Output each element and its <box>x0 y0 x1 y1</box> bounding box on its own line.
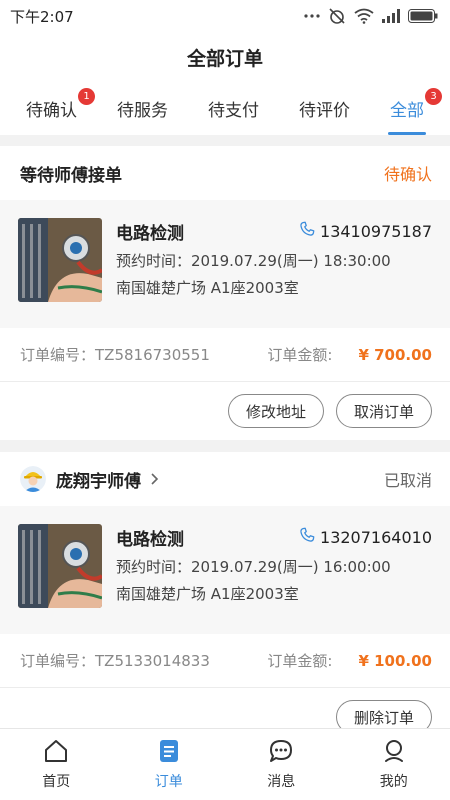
phone-link[interactable]: 13410975187 <box>298 220 432 242</box>
home-icon <box>43 738 69 771</box>
bottom-tab-bar: 首页 订单 消息 我的 <box>0 728 450 800</box>
tabbar-label: 首页 <box>42 774 71 790</box>
order-card-header: 等待师傅接单 待确认 <box>0 146 450 200</box>
order-number-label: 订单编号： <box>20 652 96 670</box>
service-summary[interactable]: 电路检测 13207164010 预约时间：2019.07.29(周一) 16:… <box>0 506 450 634</box>
order-amount: ¥ 100.00 <box>358 651 432 670</box>
order-list: 等待师傅接单 待确认 电路检测 13410975187 预约时间：2019.07… <box>0 146 450 728</box>
tab-badge: 1 <box>78 88 95 105</box>
tab-pending-review[interactable]: 待评价 <box>293 82 356 135</box>
wifi-icon <box>354 8 374 24</box>
tabbar-home[interactable]: 首页 <box>0 729 113 800</box>
order-number-label: 订单编号： <box>20 346 96 364</box>
order-number: TZ5133014833 <box>95 652 210 670</box>
battery-icon <box>408 9 438 23</box>
order-card: 等待师傅接单 待确认 电路检测 13410975187 预约时间：2019.07… <box>0 146 450 440</box>
tab-pending-service[interactable]: 待服务 <box>111 82 174 135</box>
tab-label: 待评价 <box>299 101 350 121</box>
service-summary[interactable]: 电路检测 13410975187 预约时间：2019.07.29(周一) 18:… <box>0 200 450 328</box>
order-status: 已取消 <box>383 471 432 490</box>
order-card-header[interactable]: 庞翔宇师傅 已取消 <box>0 452 450 506</box>
service-name: 电路检测 <box>116 223 184 244</box>
phone-icon <box>298 220 320 242</box>
signal-icon <box>382 9 400 23</box>
order-amount-label: 订单金额: <box>267 346 333 364</box>
tab-all[interactable]: 全部 3 <box>384 82 442 135</box>
status-bar: 下午2:07 <box>0 0 450 32</box>
tabbar-messages[interactable]: 消息 <box>225 729 338 800</box>
service-name: 电路检测 <box>116 529 184 550</box>
appointment-time: 预约时间：2019.07.29(周一) 16:00:00 <box>116 558 391 576</box>
tab-badge: 3 <box>425 88 442 105</box>
order-amount-label: 订单金额: <box>267 652 333 670</box>
order-tabs: 待确认 1 待服务 待支付 待评价 全部 3 <box>0 82 450 135</box>
technician-name: 庞翔宇师傅 <box>56 471 141 492</box>
tab-pending-confirm[interactable]: 待确认 1 <box>20 82 95 135</box>
alarm-off-icon <box>328 7 346 25</box>
tabbar-label: 订单 <box>154 774 183 790</box>
cancel-order-button[interactable]: 取消订单 <box>335 394 432 428</box>
profile-icon <box>381 738 407 771</box>
service-address: 南国雄楚广场 A1座2003室 <box>116 585 299 603</box>
service-thumbnail <box>18 524 102 608</box>
delete-order-button[interactable]: 删除订单 <box>335 700 432 728</box>
order-card: 庞翔宇师傅 已取消 电路检测 13207164010 预约时间：2019.07.… <box>0 452 450 728</box>
order-meta-row: 订单编号：TZ5816730551 订单金额: ¥ 700.00 <box>0 328 450 382</box>
technician-avatar <box>20 466 46 492</box>
message-icon <box>268 738 294 771</box>
tab-label: 待确认 <box>26 101 77 121</box>
chevron-right-icon <box>151 470 159 489</box>
order-actions: 删除订单 <box>0 688 450 728</box>
order-status: 待确认 <box>383 165 432 184</box>
change-address-button[interactable]: 修改地址 <box>227 394 324 428</box>
service-thumbnail <box>18 218 102 302</box>
tab-label: 全部 <box>390 101 424 121</box>
phone-number: 13410975187 <box>320 221 432 241</box>
tab-pending-payment[interactable]: 待支付 <box>202 82 265 135</box>
page-title: 全部订单 <box>0 32 450 82</box>
appointment-time: 预约时间：2019.07.29(周一) 18:30:00 <box>116 252 391 270</box>
tabbar-profile[interactable]: 我的 <box>338 729 450 800</box>
tab-label: 待支付 <box>208 101 259 121</box>
tab-label: 待服务 <box>117 101 168 121</box>
service-address: 南国雄楚广场 A1座2003室 <box>116 279 299 297</box>
order-amount: ¥ 700.00 <box>358 345 432 364</box>
tabbar-label: 我的 <box>379 774 408 790</box>
order-actions: 修改地址 取消订单 <box>0 382 450 440</box>
order-meta-row: 订单编号：TZ5133014833 订单金额: ¥ 100.00 <box>0 634 450 688</box>
more-dots-icon <box>304 13 320 19</box>
tabbar-orders[interactable]: 订单 <box>113 729 226 800</box>
order-head-title: 等待师傅接单 <box>20 165 122 186</box>
order-number: TZ5816730551 <box>95 346 210 364</box>
orders-icon <box>156 738 182 771</box>
phone-number: 13207164010 <box>320 527 432 547</box>
status-time: 下午2:07 <box>10 7 74 26</box>
tabbar-label: 消息 <box>267 774 296 790</box>
phone-icon <box>298 526 320 548</box>
phone-link[interactable]: 13207164010 <box>298 526 432 548</box>
